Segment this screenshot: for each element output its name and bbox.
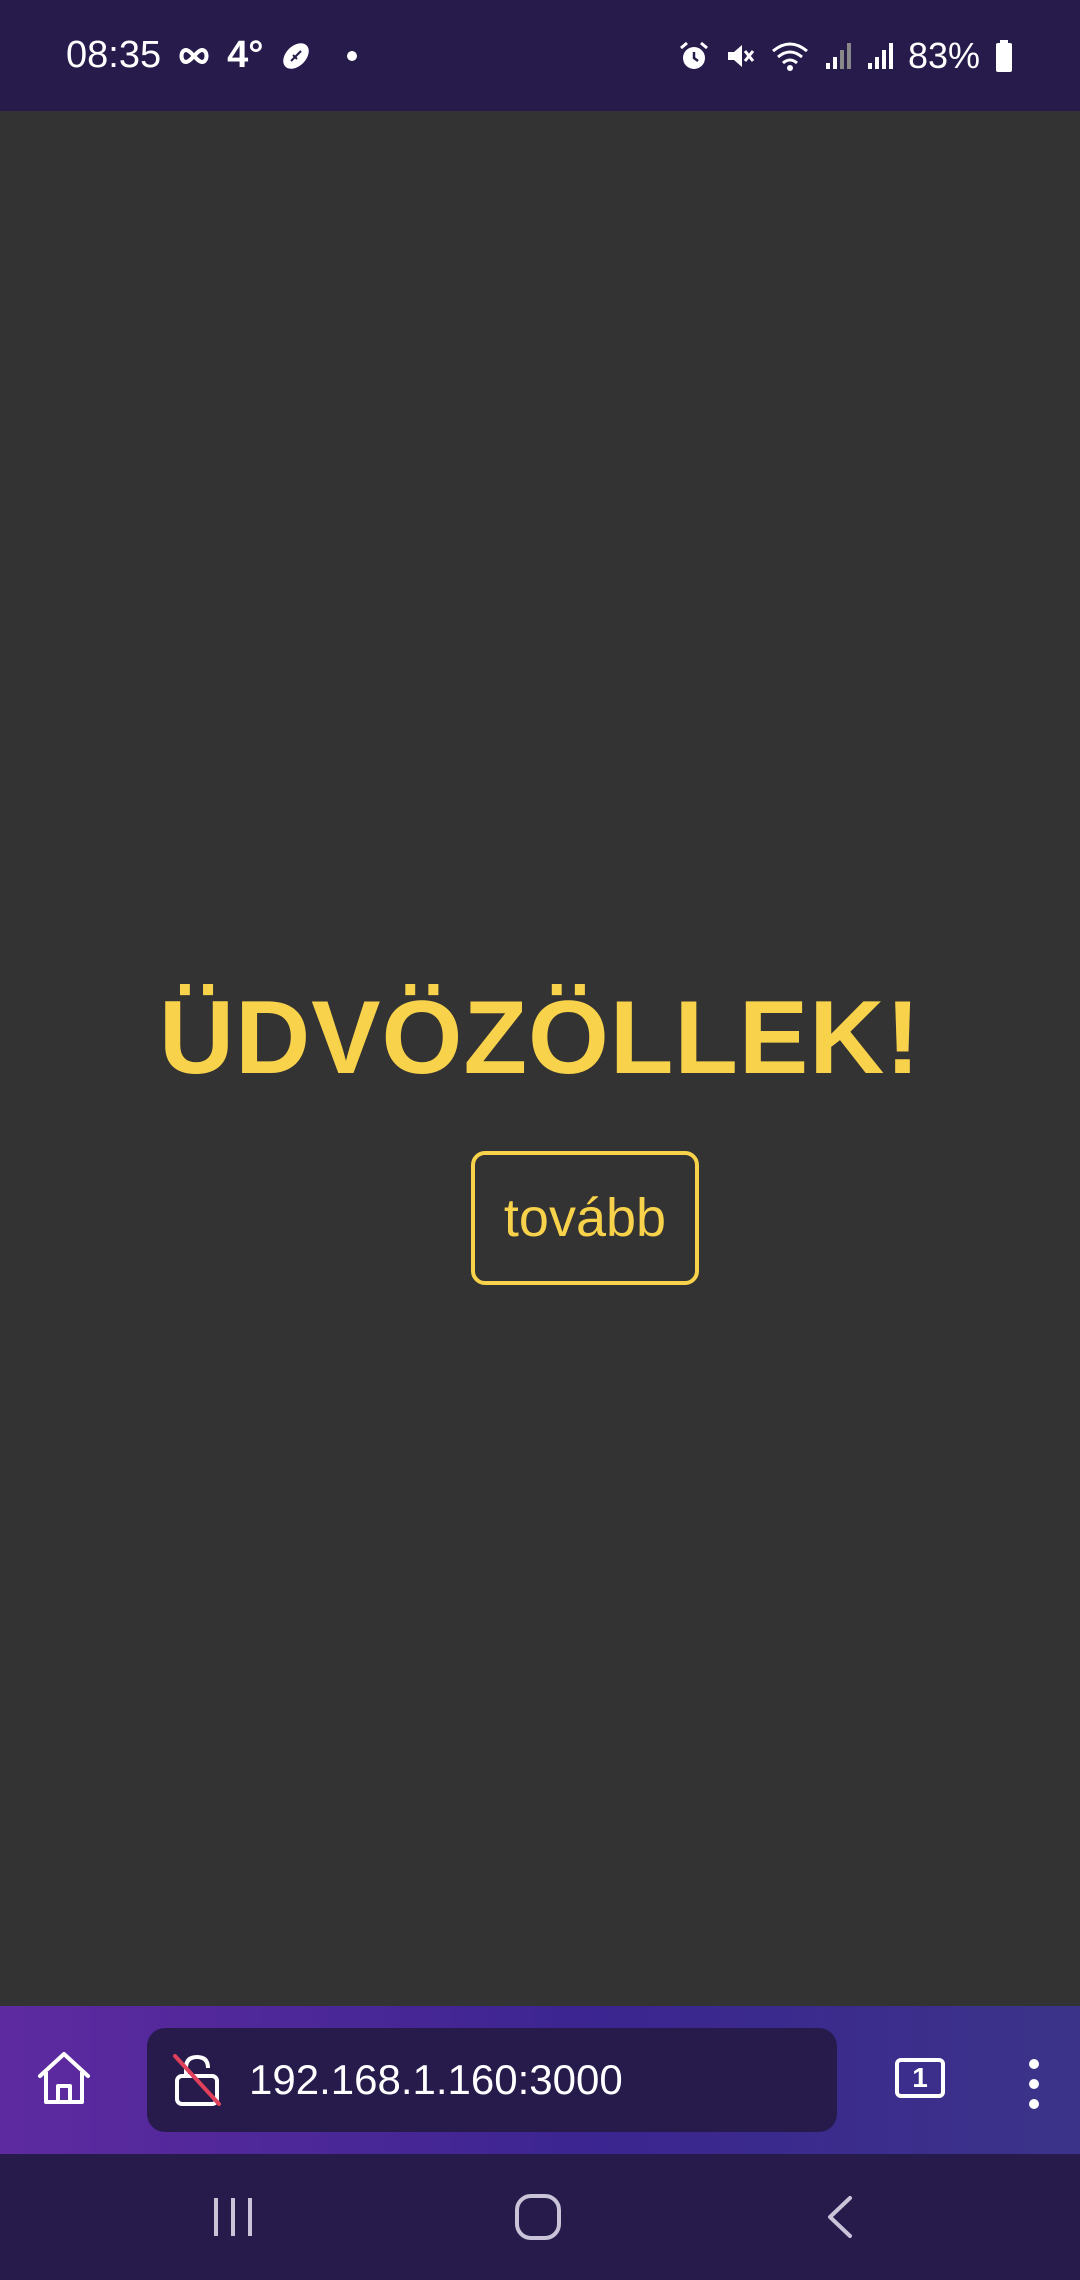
clock: 08:35 — [66, 34, 162, 76]
browser-toolbar: 192.168.1.160:3000 1 — [0, 2006, 1080, 2154]
status-bar: 08:35 4° 83% — [0, 0, 1080, 111]
infinity-icon — [177, 46, 211, 66]
battery-percent: 83% — [907, 34, 980, 76]
football-icon — [279, 39, 313, 73]
tab-count-button[interactable]: 1 — [895, 2058, 945, 2098]
signal-icon — [824, 41, 852, 71]
web-content: ÜDVÖZÖLLEK! tovább — [0, 111, 1080, 2006]
mute-icon — [724, 40, 756, 72]
signal-icon — [866, 41, 894, 71]
url-text: 192.168.1.160:3000 — [249, 2056, 623, 2103]
battery-icon — [994, 39, 1014, 73]
status-right: 83% — [678, 35, 1014, 77]
system-nav-bar — [0, 2154, 1080, 2280]
nav-home-icon[interactable] — [513, 2192, 563, 2242]
notification-dot-icon — [347, 50, 358, 61]
more-menu-icon[interactable] — [1022, 2056, 1046, 2112]
back-icon[interactable] — [822, 2194, 858, 2240]
recent-apps-icon[interactable] — [210, 2194, 256, 2240]
welcome-heading: ÜDVÖZÖLLEK! — [158, 980, 922, 1096]
wifi-icon — [770, 40, 810, 72]
next-button[interactable]: tovább — [471, 1151, 699, 1285]
status-left: 08:35 4° — [66, 34, 358, 77]
insecure-lock-icon[interactable] — [171, 2052, 223, 2108]
url-field[interactable]: 192.168.1.160:3000 — [147, 2028, 837, 2132]
alarm-icon — [678, 40, 710, 72]
temperature: 4° — [227, 34, 264, 76]
home-icon[interactable] — [32, 2046, 96, 2110]
